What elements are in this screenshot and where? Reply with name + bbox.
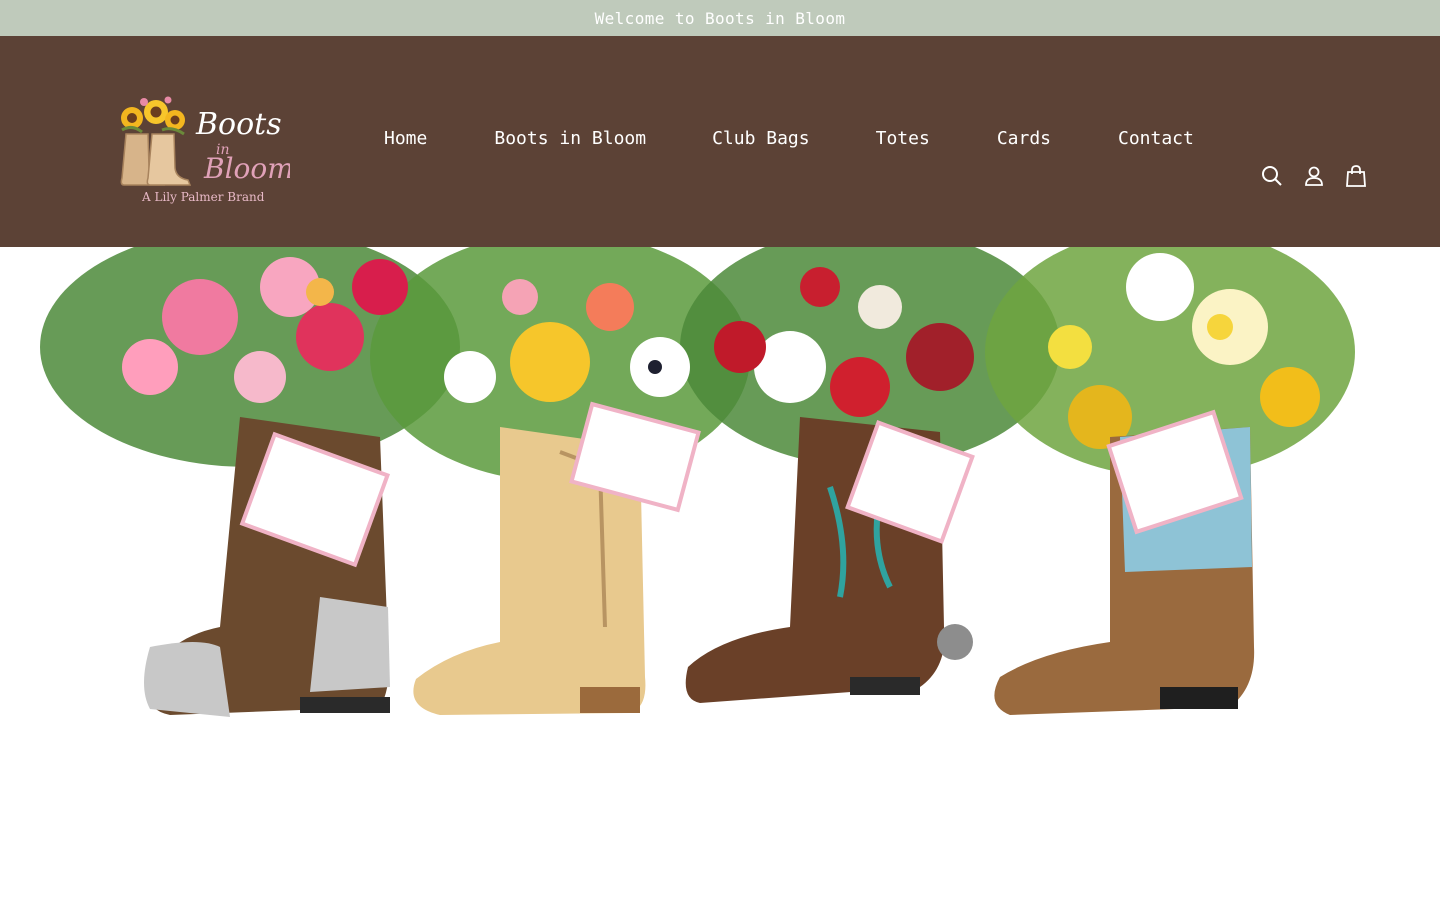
site-header: Boots in Bloom A Lily Palmer Brand Home … xyxy=(0,36,1440,247)
svg-text:Bloom: Bloom xyxy=(203,152,290,185)
hero-banner xyxy=(0,247,1440,900)
main-nav: Home Boots in Bloom Club Bags Totes Card… xyxy=(384,128,1194,149)
cart-icon[interactable] xyxy=(1344,164,1368,188)
nav-home[interactable]: Home xyxy=(384,128,427,149)
announcement-bar: Welcome to Boots in Bloom xyxy=(0,0,1440,36)
announcement-text: Welcome to Boots in Bloom xyxy=(594,8,846,28)
header-icons xyxy=(1260,164,1368,188)
nav-boots-in-bloom[interactable]: Boots in Bloom xyxy=(494,128,646,149)
nav-totes[interactable]: Totes xyxy=(876,128,930,149)
brand-logo[interactable]: Boots in Bloom A Lily Palmer Brand xyxy=(112,90,294,208)
svg-text:Boots: Boots xyxy=(195,107,282,142)
account-icon[interactable] xyxy=(1302,164,1326,188)
nav-contact[interactable]: Contact xyxy=(1118,128,1194,149)
nav-cards[interactable]: Cards xyxy=(997,128,1051,149)
hero-boots-image xyxy=(40,247,1355,717)
search-icon[interactable] xyxy=(1260,164,1284,188)
nav-club-bags[interactable]: Club Bags xyxy=(712,128,810,149)
svg-text:A Lily Palmer Brand: A Lily Palmer Brand xyxy=(141,190,265,204)
